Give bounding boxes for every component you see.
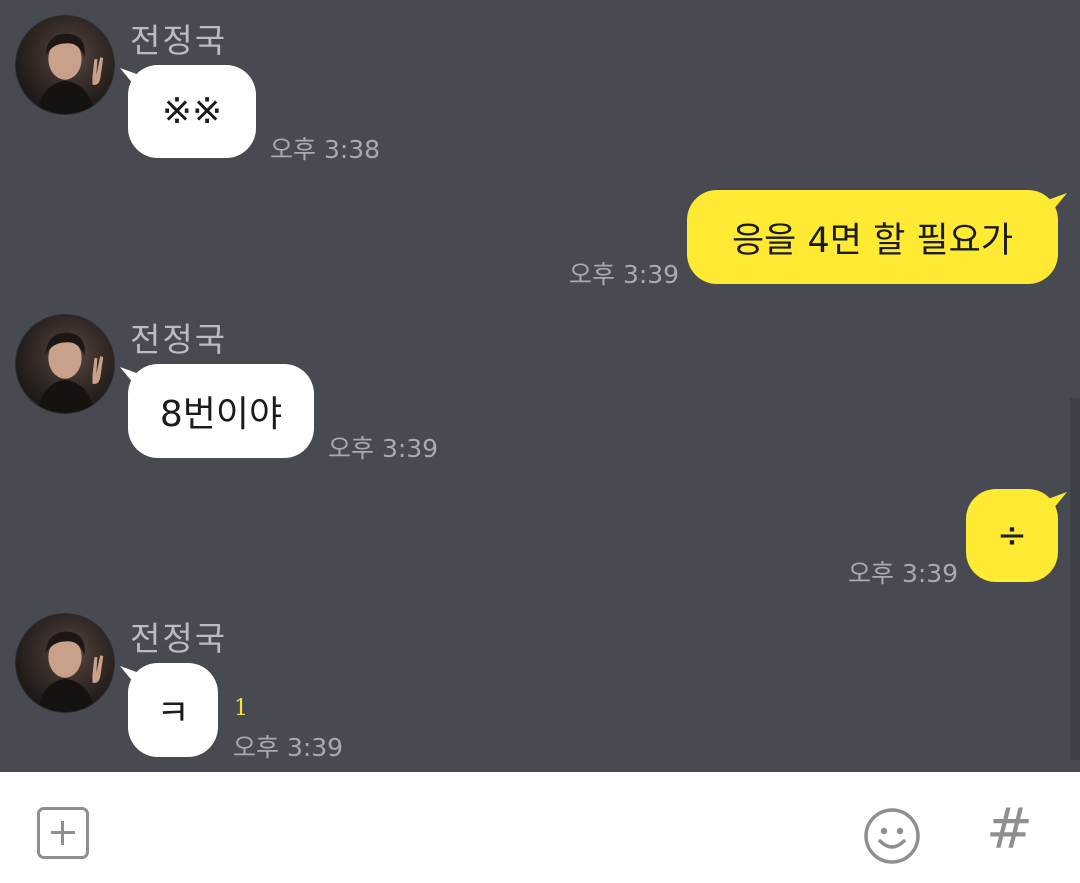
smiley-icon[interactable] — [863, 807, 921, 865]
message-time: 오후 3:39 — [569, 260, 680, 289]
message-time: 오후 3:38 — [270, 135, 381, 164]
message-bubble[interactable]: 8번이야 — [128, 364, 314, 458]
avatar[interactable] — [15, 613, 115, 713]
message-bubble[interactable]: ※※ — [128, 65, 256, 158]
chat-area[interactable]: 전정국 ※※ 오후 3:38 응을 4면 할 필요가 오후 3:39 전정국 8… — [0, 0, 1080, 772]
sender-name: 전정국 — [130, 21, 228, 60]
avatar-photo — [37, 332, 104, 413]
hashtag-icon[interactable]: # — [986, 802, 1033, 858]
unread-count: 1 — [234, 696, 248, 721]
message-time: 오후 3:39 — [233, 733, 344, 762]
message-bubble[interactable]: 응을 4면 할 필요가 — [687, 190, 1058, 284]
message-text: ÷ — [996, 515, 1028, 556]
sender-name: 전정국 — [130, 619, 228, 658]
message-bubble[interactable]: ㅋ — [128, 663, 218, 757]
avatar[interactable] — [15, 15, 115, 115]
scrollbar[interactable] — [1070, 398, 1080, 760]
message-text: ㅋ — [156, 693, 190, 734]
avatar[interactable] — [15, 314, 115, 414]
message-text: 응을 4면 할 필요가 — [731, 220, 1014, 261]
message-text: ※※ — [161, 91, 223, 132]
plus-square-icon[interactable] — [37, 807, 89, 859]
bubble-tail — [1045, 193, 1067, 215]
avatar-photo — [37, 631, 104, 712]
message-text: 8번이야 — [159, 394, 283, 435]
avatar-photo — [37, 33, 104, 114]
message-time: 오후 3:39 — [848, 559, 959, 588]
bubble-tail — [1045, 492, 1067, 514]
sender-name: 전정국 — [130, 320, 228, 359]
message-time: 오후 3:39 — [328, 434, 439, 463]
